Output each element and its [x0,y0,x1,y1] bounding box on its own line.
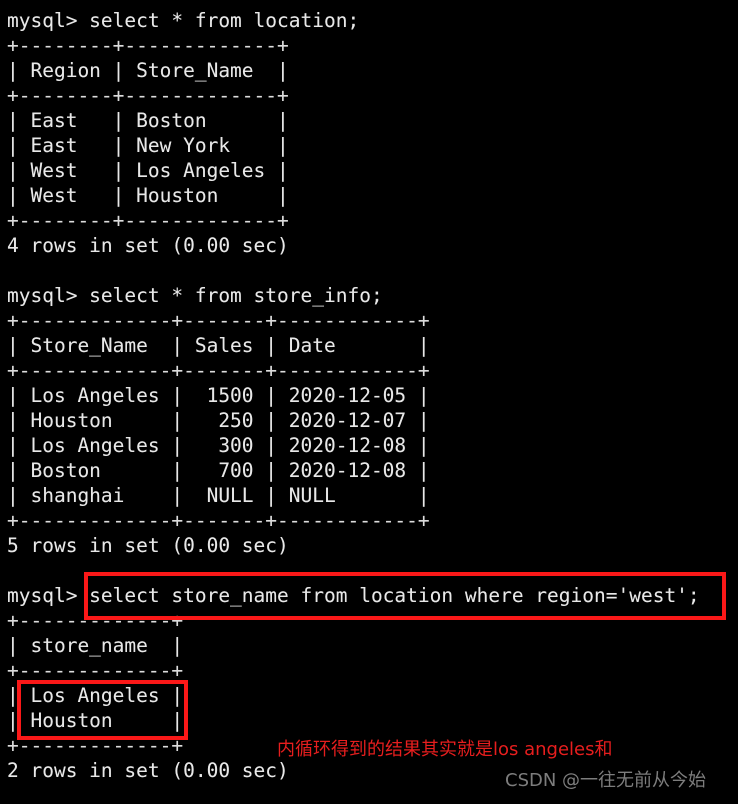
table-header-row: | store_name | [7,634,184,657]
table-row: | West | Houston | [7,184,289,207]
table-row: | Houston | 250 | 2020-12-07 | [7,409,430,432]
table-top-rule: +-------------+-------+------------+ [7,309,430,332]
table-row: | East | New York | [7,134,289,157]
table-mid-rule: +-------------+-------+------------+ [7,359,430,382]
terminal-command-line: mysql> select * from store_info; [7,284,383,307]
table-row: | East | Boston | [7,109,289,132]
result-status-line: 4 rows in set (0.00 sec) [7,234,289,257]
table-header-row: | Region | Store_Name | [7,59,289,82]
annotation-note-line-1: 内循环得到的结果其实就是los angeles和 [277,739,613,760]
terminal-command-line: mysql> select * from location; [7,9,360,32]
table-top-rule: +-------------+ [7,609,184,632]
table-bottom-rule: +-------------+-------+------------+ [7,509,430,532]
table-row: | shanghai | NULL | NULL | [7,484,430,507]
csdn-watermark: CSDN @一往无前从今始 [505,770,707,791]
table-row: | West | Los Angeles | [7,159,289,182]
table-header-row: | Store_Name | Sales | Date | [7,334,430,357]
table-top-rule: +--------+-------------+ [7,34,289,57]
table-row: | Los Angeles | 300 | 2020-12-08 | [7,434,430,457]
table-row: | Boston | 700 | 2020-12-08 | [7,459,430,482]
terminal-screenshot: mysql> select * from location; +--------… [0,0,738,804]
table-mid-rule: +--------+-------------+ [7,84,289,107]
terminal-command-line: mysql> select store_name from location w… [7,584,700,607]
result-status-line: 5 rows in set (0.00 sec) [7,534,289,557]
table-bottom-rule: +--------+-------------+ [7,209,289,232]
table-row: | Los Angeles | 1500 | 2020-12-05 | [7,384,430,407]
